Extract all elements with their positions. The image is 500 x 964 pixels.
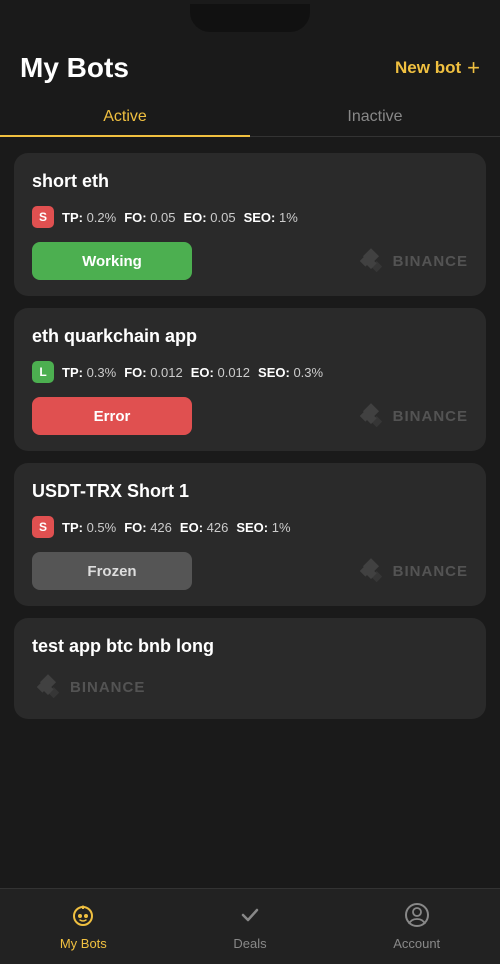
my-bots-icon bbox=[70, 902, 96, 932]
param-tp: TP: 0.2% bbox=[62, 210, 116, 225]
exchange-name: BINANCE bbox=[70, 679, 145, 696]
exchange-name: BINANCE bbox=[393, 408, 468, 425]
bot-card-4[interactable]: test app btc bnb long BINANCE bbox=[14, 618, 486, 719]
bot-params: S TP: 0.2% FO: 0.05 EO: 0.05 SEO: 1% bbox=[32, 206, 468, 228]
bot-type-badge: S bbox=[32, 206, 54, 228]
bots-list: short eth S TP: 0.2% FO: 0.05 EO: 0.05 S… bbox=[0, 145, 500, 727]
nav-item-my-bots[interactable]: My Bots bbox=[0, 889, 167, 964]
bot-card-3[interactable]: USDT-TRX Short 1 S TP: 0.5% FO: 426 EO: … bbox=[14, 463, 486, 606]
param-seo: SEO: 1% bbox=[244, 210, 298, 225]
param-tp: TP: 0.5% bbox=[62, 520, 116, 535]
param-fo: FO: 0.05 bbox=[124, 210, 175, 225]
status-button[interactable]: Frozen bbox=[32, 552, 192, 590]
nav-item-account[interactable]: Account bbox=[333, 889, 500, 964]
account-icon bbox=[404, 902, 430, 932]
nav-item-deals[interactable]: Deals bbox=[167, 889, 334, 964]
deals-icon bbox=[237, 902, 263, 932]
param-fo: FO: 0.012 bbox=[124, 365, 183, 380]
bot-name: USDT-TRX Short 1 bbox=[32, 481, 468, 502]
phone-notch bbox=[190, 4, 310, 32]
bot-name: eth quarkchain app bbox=[32, 326, 468, 347]
header: My Bots New bot + bbox=[0, 36, 500, 96]
exchange-name: BINANCE bbox=[393, 253, 468, 270]
tabs-bar: Active Inactive bbox=[0, 96, 500, 137]
bot-name: short eth bbox=[32, 171, 468, 192]
param-fo: FO: 426 bbox=[124, 520, 172, 535]
bot-footer: BINANCE bbox=[32, 671, 468, 703]
page-title: My Bots bbox=[20, 52, 129, 84]
exchange-logo: BINANCE bbox=[355, 245, 468, 277]
new-bot-button[interactable]: New bot + bbox=[395, 55, 480, 81]
param-tp: TP: 0.3% bbox=[62, 365, 116, 380]
new-bot-label: New bot bbox=[395, 58, 461, 78]
bottom-nav: My Bots Deals Account bbox=[0, 888, 500, 964]
param-seo: SEO: 0.3% bbox=[258, 365, 323, 380]
bot-type-badge: L bbox=[32, 361, 54, 383]
tab-active[interactable]: Active bbox=[0, 96, 250, 136]
nav-label-account: Account bbox=[393, 936, 440, 951]
nav-label-deals: Deals bbox=[233, 936, 266, 951]
bot-params: S TP: 0.5% FO: 426 EO: 426 SEO: 1% bbox=[32, 516, 468, 538]
plus-icon: + bbox=[467, 55, 480, 81]
bot-card-1[interactable]: short eth S TP: 0.2% FO: 0.05 EO: 0.05 S… bbox=[14, 153, 486, 296]
exchange-logo: BINANCE bbox=[355, 555, 468, 587]
bot-name: test app btc bnb long bbox=[32, 636, 468, 657]
bot-card-2[interactable]: eth quarkchain app L TP: 0.3% FO: 0.012 … bbox=[14, 308, 486, 451]
param-seo: SEO: 1% bbox=[236, 520, 290, 535]
nav-label-my-bots: My Bots bbox=[60, 936, 107, 951]
param-eo: EO: 0.05 bbox=[184, 210, 236, 225]
status-button[interactable]: Working bbox=[32, 242, 192, 280]
bot-type-badge: S bbox=[32, 516, 54, 538]
status-button[interactable]: Error bbox=[32, 397, 192, 435]
bot-footer: Working BINANCE bbox=[32, 242, 468, 280]
param-eo: EO: 426 bbox=[180, 520, 228, 535]
bot-footer: Frozen BINANCE bbox=[32, 552, 468, 590]
notch-area bbox=[0, 0, 500, 36]
param-eo: EO: 0.012 bbox=[191, 365, 250, 380]
exchange-name: BINANCE bbox=[393, 563, 468, 580]
bot-params: L TP: 0.3% FO: 0.012 EO: 0.012 SEO: 0.3% bbox=[32, 361, 468, 383]
tab-inactive[interactable]: Inactive bbox=[250, 96, 500, 136]
exchange-logo: BINANCE bbox=[32, 671, 145, 703]
bot-footer: Error BINANCE bbox=[32, 397, 468, 435]
exchange-logo: BINANCE bbox=[355, 400, 468, 432]
